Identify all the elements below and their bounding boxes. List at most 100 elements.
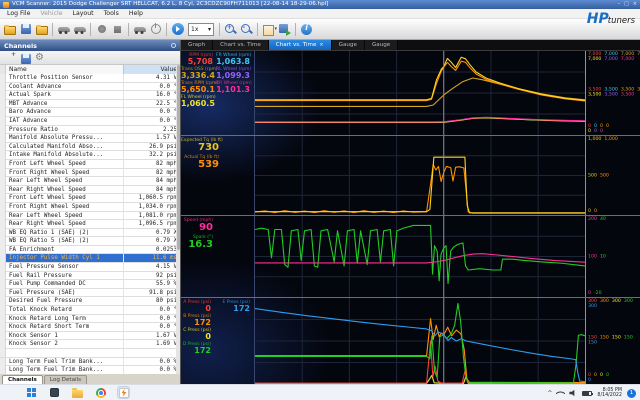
column-header-name[interactable]: Name: [6, 65, 123, 74]
layout-button[interactable]: [261, 22, 276, 37]
table-row[interactable]: Rear Right Wheel Speed84 mph: [0, 186, 180, 195]
readout-label: RPM (rpm): [181, 53, 213, 58]
table-row[interactable]: Rear Left Wheel Speed1,081.0 rpm: [0, 212, 180, 221]
table-row[interactable]: MBT Advance22.5 °: [0, 100, 180, 109]
tab-gauge[interactable]: Gauge: [365, 40, 398, 50]
tab-label: Gauge: [372, 42, 390, 48]
chart-axis-rpm: 7,0007,0007,0007,0007,0007,0007,0003,500…: [586, 51, 640, 135]
add-channel-button[interactable]: [3, 51, 16, 64]
plot-svg-speedspark[interactable]: [255, 216, 585, 297]
minimize-icon[interactable]: –: [618, 0, 621, 9]
wifi-icon[interactable]: [556, 388, 566, 398]
file-explorer-button[interactable]: [72, 387, 83, 398]
vehicle-connect-button[interactable]: [56, 22, 71, 37]
plot-svg-torque[interactable]: [255, 136, 585, 215]
table-row[interactable]: Desired Fuel Pressure80 psi: [0, 297, 180, 306]
table-row[interactable]: Front Right Wheel Speed82 mph: [0, 169, 180, 178]
chrome-button[interactable]: [95, 387, 106, 398]
save-log-button[interactable]: [18, 22, 33, 37]
tab-graph[interactable]: Graph: [181, 40, 213, 50]
table-row[interactable]: Knock Sensor 11.67 V: [0, 332, 180, 341]
table-row[interactable]: [0, 349, 180, 358]
play-button[interactable]: [170, 22, 185, 37]
table-row[interactable]: Injector Pulse Width Cyl 111.6 ms: [0, 254, 180, 263]
menu-log-file[interactable]: Log File: [2, 10, 35, 17]
table-row[interactable]: Baro Advance0.0 °: [0, 108, 180, 117]
open-recent-log-button[interactable]: [34, 22, 49, 37]
table-row[interactable]: Knock Sensor 21.69 V: [0, 340, 180, 349]
column-header-value[interactable]: Value: [123, 65, 180, 74]
table-row[interactable]: Long Term Fuel Trim Bank...0.0 %: [0, 358, 180, 367]
titlebar: VCM Scanner: 2015 Dodge Challenger SRT H…: [0, 0, 640, 9]
table-row[interactable]: FA Enrichment0.0253: [0, 246, 180, 255]
table-row[interactable]: Fuel Pressure Sensor4.15 V: [0, 263, 180, 272]
table-row[interactable]: Front Right Wheel Speed1,034.0 rpm: [0, 203, 180, 212]
close-icon[interactable]: ×: [633, 0, 637, 9]
table-row[interactable]: WB EQ Ratio 5 (SAE) (2)0.79 λ: [0, 237, 180, 246]
record-button[interactable]: [94, 22, 109, 37]
maximize-icon[interactable]: □: [624, 0, 629, 9]
plot-svg-rpm[interactable]: [255, 51, 585, 135]
table-row[interactable]: Knock Retard Short Term0.0 °: [0, 323, 180, 332]
table-row[interactable]: Manifold Absolute Pressu...1.57 V: [0, 134, 180, 143]
playback-speed-select[interactable]: 1x▾: [188, 23, 214, 36]
tab-channels[interactable]: Channels: [2, 375, 43, 384]
channel-settings-button[interactable]: [33, 51, 46, 64]
table-row[interactable]: WB EQ Ratio 1 (SAE) (2)0.79 λ: [0, 229, 180, 238]
table-row[interactable]: Intake Manifold Absolute...32.2 psi: [0, 151, 180, 160]
tab-chart-vs-time[interactable]: Chart vs. Time×: [269, 40, 332, 50]
table-row[interactable]: Pressure Ratio2.25: [0, 126, 180, 135]
power-button[interactable]: [148, 22, 163, 37]
table-row[interactable]: Fuel Pump Commanded DC55.9 %: [0, 280, 180, 289]
menu-vehicle[interactable]: Vehicle: [35, 10, 67, 17]
export-button[interactable]: [277, 22, 292, 37]
info-button[interactable]: [299, 22, 314, 37]
channel-name: Actual Spark: [6, 91, 123, 100]
menu-layout[interactable]: Layout: [68, 10, 99, 17]
readout-value: 1,060.5: [181, 100, 213, 109]
table-row[interactable]: Rear Right Wheel Speed1,096.5 rpm: [0, 220, 180, 229]
table-row[interactable]: Front Left Wheel Speed82 mph: [0, 160, 180, 169]
open-log-button[interactable]: [2, 22, 17, 37]
menu-help[interactable]: Help: [124, 10, 148, 17]
table-row[interactable]: IAT Advance0.0 °: [0, 117, 180, 126]
pin-icon[interactable]: [171, 43, 176, 48]
stop-button[interactable]: [110, 22, 125, 37]
zoom-out-button[interactable]: -: [239, 22, 254, 37]
tray-chevron-icon[interactable]: ^: [547, 390, 552, 397]
taskbar-clock[interactable]: 8:05 PM 8/14/2022: [597, 388, 622, 399]
chart-section-press: A Press (psi)0B Press (psi)172C Press (p…: [181, 297, 640, 384]
table-row[interactable]: Coolant Advance0.0 °: [0, 83, 180, 92]
table-row[interactable]: Rear Left Wheel Speed84 mph: [0, 177, 180, 186]
table-row[interactable]: Calculated Manifold Abso...26.9 psi: [0, 143, 180, 152]
axis-label: 7,000: [588, 57, 601, 62]
table-row[interactable]: Fuel Rail Pressure92 psi: [0, 272, 180, 281]
speaker-icon[interactable]: [569, 390, 577, 397]
table-row[interactable]: Total Knock Retard0.0 °: [0, 306, 180, 315]
zoom-in-button[interactable]: +: [223, 22, 238, 37]
battery-icon[interactable]: [582, 391, 592, 396]
tab-log-details[interactable]: Log Details: [44, 375, 87, 384]
table-row[interactable]: Fuel Pressure (SAE)91.8 psi: [0, 289, 180, 298]
table-row[interactable]: Throttle Position Sensor4.31 V: [0, 74, 180, 83]
vehicle-read-button[interactable]: [72, 22, 87, 37]
start-button[interactable]: [26, 387, 37, 398]
taskbar-app2[interactable]: [49, 387, 60, 398]
close-tab-icon[interactable]: ×: [319, 42, 323, 48]
save-channels-button[interactable]: [18, 51, 31, 64]
channel-name: WB EQ Ratio 5 (SAE) (2): [6, 237, 123, 246]
tab-gauge[interactable]: Gauge: [332, 40, 365, 50]
plot-svg-press[interactable]: [255, 298, 585, 384]
menu-tools[interactable]: Tools: [99, 10, 124, 17]
table-row[interactable]: Front Left Wheel Speed1,060.5 rpm: [0, 194, 180, 203]
table-row[interactable]: Actual Spark16.0 °: [0, 91, 180, 100]
hp-tuners-taskbar-button[interactable]: [118, 387, 129, 398]
vehicle-link-button[interactable]: [132, 22, 147, 37]
notification-badge[interactable]: 1: [627, 389, 636, 398]
channels-scrollbar[interactable]: [176, 65, 180, 374]
table-row[interactable]: Knock Retard Long Term0.0 °: [0, 315, 180, 324]
scrollbar-thumb[interactable]: [177, 65, 180, 250]
tab-chart-vs-time[interactable]: Chart vs. Time: [213, 40, 269, 50]
table-row[interactable]: Long Term Fuel Trim Bank...0.0 %: [0, 366, 180, 374]
channel-name: Knock Retard Short Term: [6, 323, 123, 332]
